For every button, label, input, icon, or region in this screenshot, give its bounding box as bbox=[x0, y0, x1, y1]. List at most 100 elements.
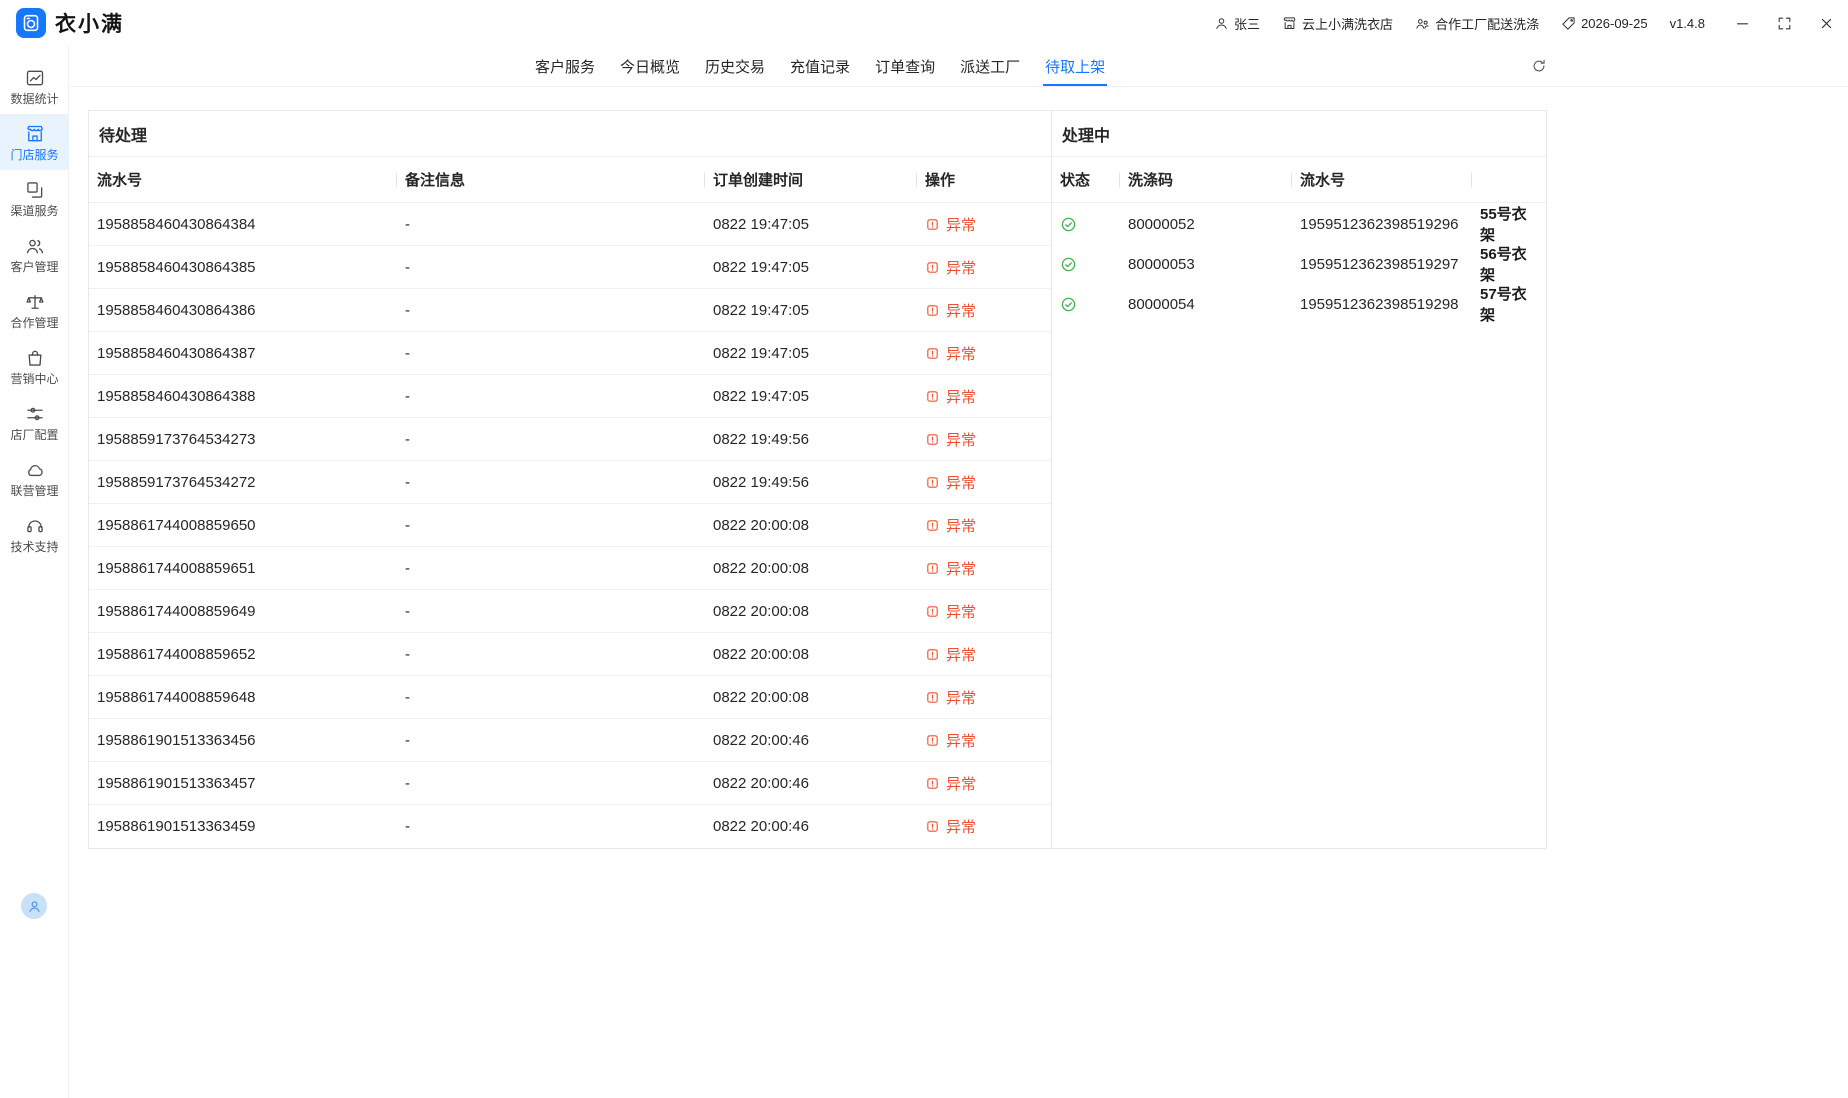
exception-icon bbox=[925, 690, 940, 705]
serial-cell: 1958858460430864385 bbox=[89, 246, 397, 288]
tab[interactable]: 派送工厂 bbox=[960, 46, 1020, 86]
serial-cell: 1958861744008859650 bbox=[89, 504, 397, 546]
exception-label: 异常 bbox=[946, 687, 976, 708]
created-cell: 0822 19:47:05 bbox=[705, 332, 917, 374]
exception-icon bbox=[925, 217, 940, 232]
shelf-cell: 55号衣架 bbox=[1472, 203, 1546, 245]
exception-button[interactable]: 异常 bbox=[925, 730, 976, 751]
table-row: 1958861744008859649 - 0822 20:00:08 异常 bbox=[89, 590, 1051, 633]
remark-cell: - bbox=[397, 246, 705, 288]
shelving-container: 待处理 流水号 备注信息 订单创建时间 操作 19588584604308643… bbox=[88, 110, 1547, 849]
exception-label: 异常 bbox=[946, 730, 976, 751]
exception-button[interactable]: 异常 bbox=[925, 429, 976, 450]
col-serial: 流水号 bbox=[1292, 157, 1472, 202]
action-cell: 异常 bbox=[917, 633, 1052, 675]
table-row: 1958861901513363457 - 0822 20:00:46 异常 bbox=[89, 762, 1051, 805]
cooperation-icon bbox=[25, 292, 45, 312]
exception-icon bbox=[925, 647, 940, 662]
tab[interactable]: 待取上架 bbox=[1045, 46, 1105, 86]
action-cell: 异常 bbox=[917, 504, 1052, 546]
exception-label: 异常 bbox=[946, 558, 976, 579]
col-wash-code: 洗涤码 bbox=[1120, 157, 1292, 202]
topbar-info-label: 合作工厂配送洗涤 bbox=[1435, 14, 1539, 33]
sidebar-item[interactable]: 渠道服务 bbox=[0, 170, 69, 226]
sidebar-item-label: 店厂配置 bbox=[10, 429, 58, 441]
exception-button[interactable]: 异常 bbox=[925, 343, 976, 364]
remark-cell: - bbox=[397, 332, 705, 374]
serial-cell: 1959512362398519298 bbox=[1292, 283, 1472, 325]
sidebar-item[interactable]: 门店服务 bbox=[0, 114, 69, 170]
exception-button[interactable]: 异常 bbox=[925, 257, 976, 278]
topbar-info-item[interactable]: 云上小满洗衣店 bbox=[1282, 14, 1393, 33]
exception-button[interactable]: 异常 bbox=[925, 687, 976, 708]
topbar-info-item[interactable]: 2026-09-25 bbox=[1561, 16, 1648, 31]
exception-button[interactable]: 异常 bbox=[925, 816, 976, 837]
col-status: 状态 bbox=[1052, 157, 1120, 202]
exception-label: 异常 bbox=[946, 644, 976, 665]
table-row: 1958858460430864388 - 0822 19:47:05 异常 bbox=[89, 375, 1051, 418]
wash-code-cell: 80000052 bbox=[1120, 203, 1292, 245]
tab[interactable]: 订单查询 bbox=[875, 46, 935, 86]
remark-cell: - bbox=[397, 504, 705, 546]
created-cell: 0822 20:00:08 bbox=[705, 676, 917, 718]
exception-button[interactable]: 异常 bbox=[925, 773, 976, 794]
sidebar-item[interactable]: 合作管理 bbox=[0, 282, 69, 338]
exception-button[interactable]: 异常 bbox=[925, 472, 976, 493]
exception-icon bbox=[925, 604, 940, 619]
remark-cell: - bbox=[397, 289, 705, 331]
col-action: 操作 bbox=[917, 157, 1052, 202]
exception-button[interactable]: 异常 bbox=[925, 300, 976, 321]
status-cell bbox=[1052, 203, 1120, 245]
exception-button[interactable]: 异常 bbox=[925, 558, 976, 579]
exception-button[interactable]: 异常 bbox=[925, 644, 976, 665]
exception-icon bbox=[925, 776, 940, 791]
topbar-info-item[interactable]: 张三 bbox=[1214, 14, 1260, 33]
serial-cell: 1958858460430864387 bbox=[89, 332, 397, 374]
sidebar-item[interactable]: 联营管理 bbox=[0, 450, 69, 506]
exception-icon bbox=[925, 389, 940, 404]
exception-button[interactable]: 异常 bbox=[925, 515, 976, 536]
exception-label: 异常 bbox=[946, 472, 976, 493]
tab[interactable]: 充值记录 bbox=[790, 46, 850, 86]
tab[interactable]: 客户服务 bbox=[535, 46, 595, 86]
refresh-icon[interactable] bbox=[1531, 58, 1547, 74]
topbar: 衣小满 张三 云上小满洗衣店 合作工厂配送洗涤 bbox=[0, 0, 1848, 46]
sidebar-item[interactable]: 客户管理 bbox=[0, 226, 69, 282]
col-shelf bbox=[1472, 157, 1546, 202]
remark-cell: - bbox=[397, 762, 705, 804]
sidebar-item[interactable]: 店厂配置 bbox=[0, 394, 69, 450]
maximize-icon[interactable] bbox=[1777, 16, 1792, 31]
user-avatar[interactable] bbox=[21, 893, 47, 919]
exception-button[interactable]: 异常 bbox=[925, 386, 976, 407]
serial-cell: 1958861901513363456 bbox=[89, 719, 397, 761]
sidebar-item-label: 渠道服务 bbox=[10, 205, 58, 217]
tab-bar: 客户服务 今日概览 历史交易 充值记录 订单查询 派送工厂 待取上架 bbox=[69, 46, 1848, 87]
sidebar-item[interactable]: 营销中心 bbox=[0, 338, 69, 394]
tab[interactable]: 今日概览 bbox=[620, 46, 680, 86]
close-icon[interactable] bbox=[1819, 16, 1834, 31]
processing-table-header: 状态 洗涤码 流水号 bbox=[1052, 157, 1546, 203]
serial-cell: 1958858460430864388 bbox=[89, 375, 397, 417]
serial-cell: 1958861744008859651 bbox=[89, 547, 397, 589]
remark-cell: - bbox=[397, 676, 705, 718]
alliance-icon bbox=[25, 460, 45, 480]
main-area: 客户服务 今日概览 历史交易 充值记录 订单查询 派送工厂 待取上架 bbox=[69, 46, 1848, 1098]
app-version: v1.4.8 bbox=[1670, 16, 1705, 31]
remark-cell: - bbox=[397, 375, 705, 417]
exception-icon bbox=[925, 733, 940, 748]
topbar-info-label: 张三 bbox=[1234, 14, 1260, 33]
processing-table-body: 80000052 1959512362398519296 55号衣架 bbox=[1052, 203, 1546, 323]
sidebar-item-label: 技术支持 bbox=[10, 541, 58, 553]
minimize-icon[interactable] bbox=[1735, 16, 1750, 31]
exception-button[interactable]: 异常 bbox=[925, 214, 976, 235]
tab[interactable]: 历史交易 bbox=[705, 46, 765, 86]
table-row: 80000053 1959512362398519297 56号衣架 bbox=[1052, 243, 1546, 283]
topbar-info-item[interactable]: 合作工厂配送洗涤 bbox=[1415, 14, 1539, 33]
exception-button[interactable]: 异常 bbox=[925, 601, 976, 622]
sidebar-item[interactable]: 数据统计 bbox=[0, 58, 69, 114]
sidebar-item[interactable]: 技术支持 bbox=[0, 506, 69, 562]
store-icon bbox=[25, 124, 45, 144]
exception-label: 异常 bbox=[946, 816, 976, 837]
action-cell: 异常 bbox=[917, 719, 1052, 761]
created-cell: 0822 19:47:05 bbox=[705, 203, 917, 245]
